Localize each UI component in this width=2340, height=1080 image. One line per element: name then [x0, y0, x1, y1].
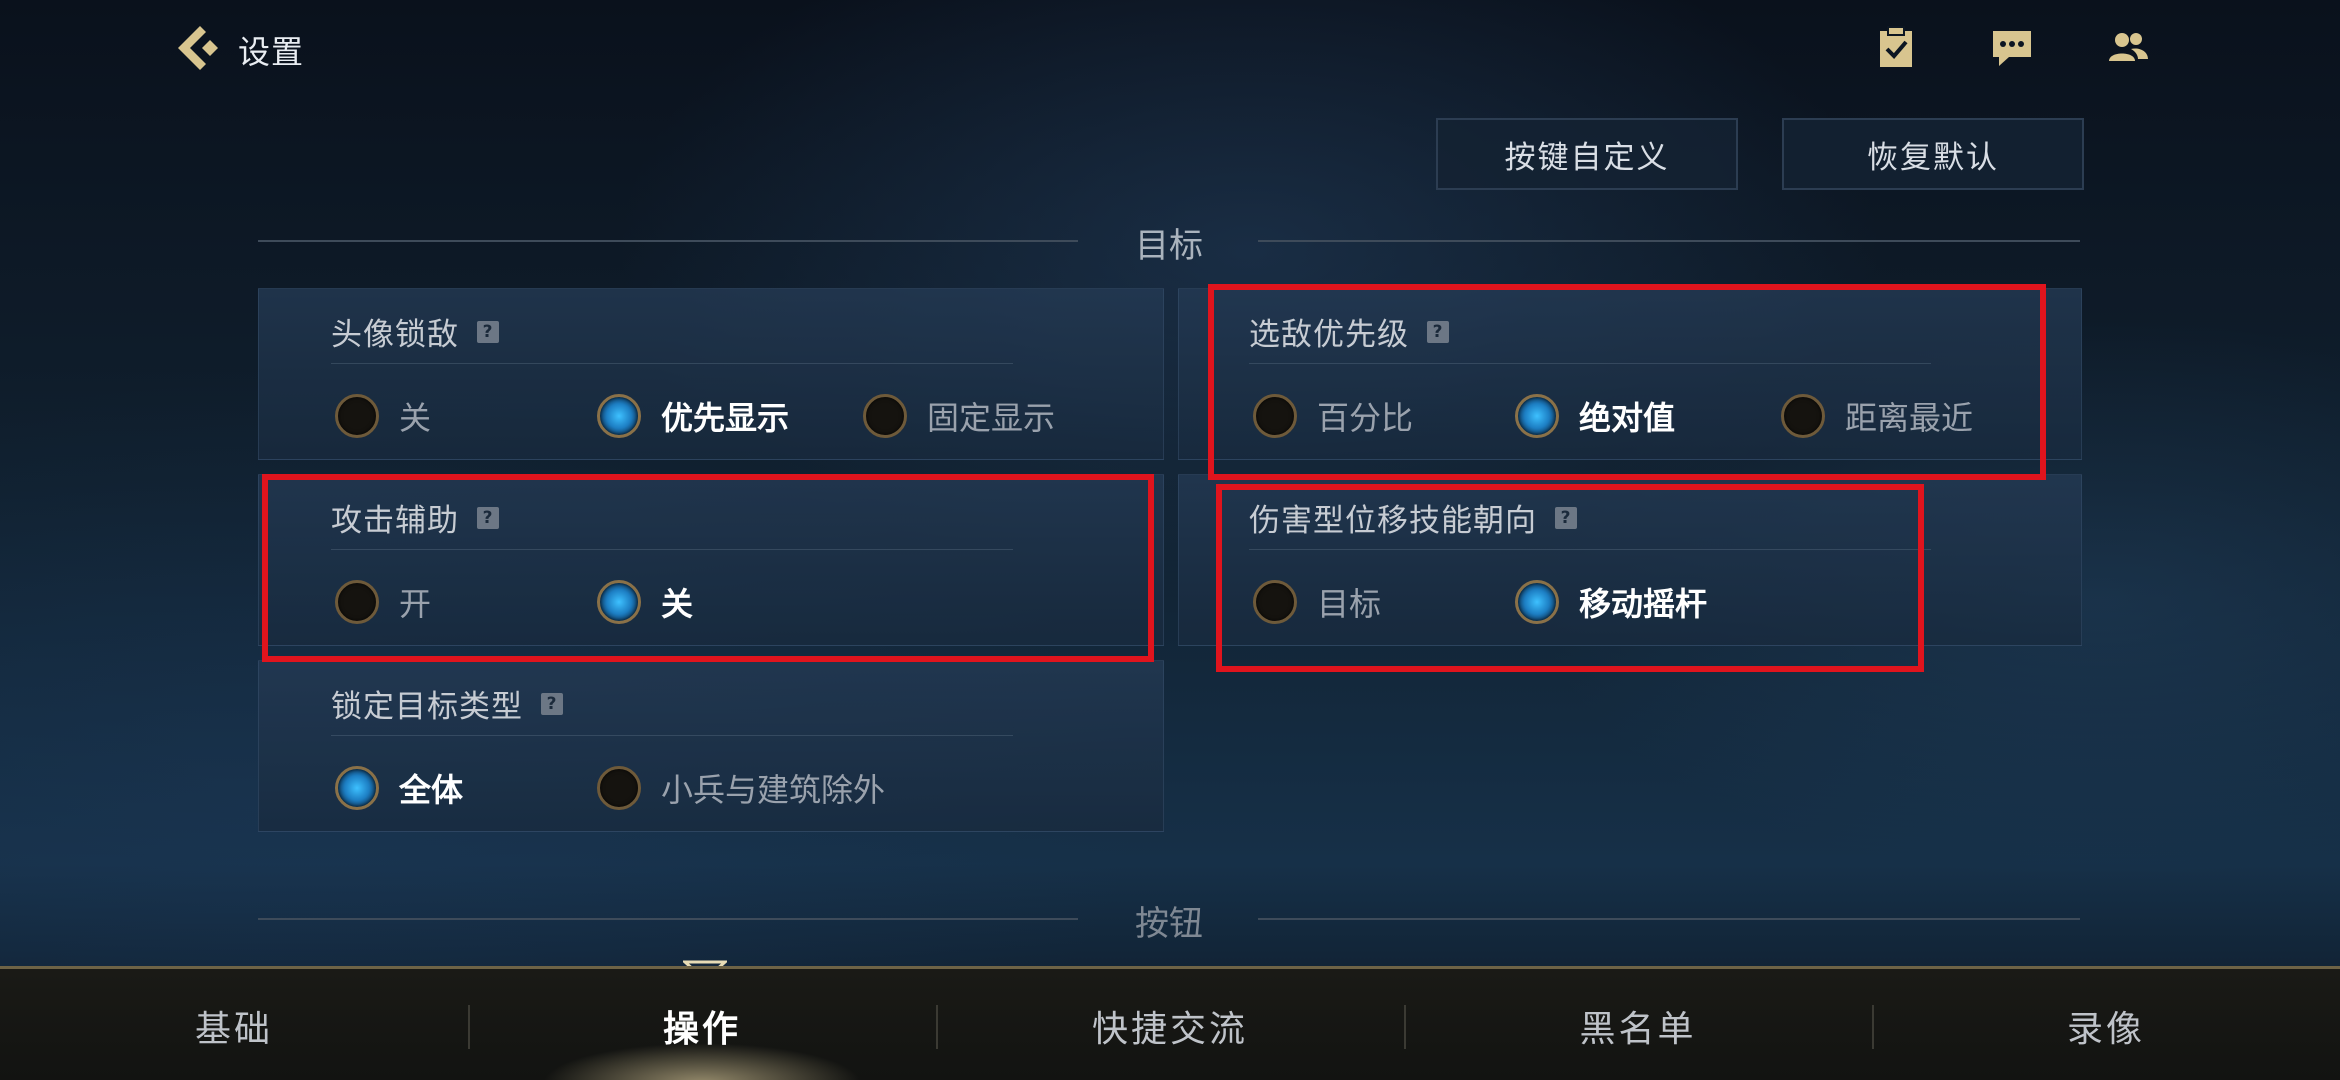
- friends-icon: [2105, 25, 2151, 75]
- panel-title-text: 锁定目标类型: [331, 689, 523, 725]
- radio-attack-assist-off[interactable]: 关: [597, 579, 693, 625]
- panel-lock-target-type: 锁定目标类型 ? 全体 小兵与建筑除外: [258, 660, 1164, 832]
- clipboard-check-icon: [1873, 25, 1919, 75]
- tab-label: 快捷交流: [1091, 1009, 1248, 1050]
- tab-label: 基础: [194, 1009, 273, 1050]
- section-header-buttons: 按钮: [258, 896, 2080, 944]
- option-label: 距离最近: [1845, 399, 1974, 437]
- top-bar: 设置: [0, 0, 2340, 110]
- radio-button[interactable]: [335, 394, 379, 438]
- panel-title-text: 伤害型位移技能朝向: [1249, 503, 1537, 539]
- option-label: 关: [399, 399, 432, 437]
- divider: [331, 549, 1013, 550]
- panel-enemy-priority: 选敌优先级 ? 百分比 绝对值 距离最近: [1178, 288, 2082, 460]
- panel-dash-direction: 伤害型位移技能朝向 ? 目标 移动摇杆: [1178, 474, 2082, 646]
- radio-priority-percent[interactable]: 百分比: [1253, 393, 1413, 439]
- radio-button[interactable]: [597, 766, 641, 810]
- option-label: 全体: [399, 771, 464, 809]
- divider: [331, 363, 1013, 364]
- tab-operation[interactable]: 操作: [468, 969, 936, 1080]
- bottom-tab-bar: 基础 操作 快捷交流 黑名单 录像: [0, 966, 2340, 1080]
- chat-bubble-icon: [1989, 25, 2035, 75]
- radio-dash-joystick[interactable]: 移动摇杆: [1515, 579, 1707, 625]
- task-button[interactable]: [1868, 22, 1924, 78]
- panel-title-avatar-lock: 头像锁敌 ?: [331, 309, 499, 354]
- panel-title-attack-assist: 攻击辅助 ?: [331, 495, 499, 540]
- tab-blacklist[interactable]: 黑名单: [1404, 969, 1872, 1080]
- option-label: 百分比: [1317, 399, 1414, 437]
- tab-label: 录像: [2066, 1009, 2145, 1050]
- panel-attack-assist: 攻击辅助 ? 开 关: [258, 474, 1164, 646]
- radio-attack-assist-on[interactable]: 开: [335, 579, 431, 625]
- divider: [331, 735, 1013, 736]
- radio-button-selected[interactable]: [335, 766, 379, 810]
- section-title-buttons: 按钮: [1135, 904, 1203, 944]
- radio-button[interactable]: [1253, 580, 1297, 624]
- radio-priority-nearest[interactable]: 距离最近: [1781, 393, 1973, 439]
- option-label: 绝对值: [1579, 399, 1676, 437]
- radio-lock-all[interactable]: 全体: [335, 765, 463, 811]
- custom-keys-button[interactable]: 按键自定义: [1436, 118, 1738, 190]
- tab-label: 黑名单: [1579, 1009, 1697, 1050]
- panel-title-text: 攻击辅助: [331, 503, 459, 539]
- panel-title-lock-target-type: 锁定目标类型 ?: [331, 681, 563, 726]
- tab-quick-chat[interactable]: 快捷交流: [936, 969, 1404, 1080]
- divider: [1249, 549, 1931, 550]
- option-label: 固定显示: [927, 399, 1056, 437]
- option-label: 关: [661, 585, 694, 623]
- radio-button[interactable]: [1253, 394, 1297, 438]
- option-label: 移动摇杆: [1579, 585, 1708, 623]
- divider: [1249, 363, 1931, 364]
- help-icon[interactable]: ?: [541, 692, 563, 715]
- back-button[interactable]: 设置: [170, 20, 304, 80]
- panel-title-enemy-priority: 选敌优先级 ?: [1249, 309, 1449, 354]
- radio-button-selected[interactable]: [597, 394, 641, 438]
- tab-label: 操作: [662, 1009, 741, 1050]
- radio-avatar-lock-fixed[interactable]: 固定显示: [863, 393, 1055, 439]
- panel-avatar-lock: 头像锁敌 ? 关 优先显示 固定显示: [258, 288, 1164, 460]
- panel-title-dash-direction: 伤害型位移技能朝向 ?: [1249, 495, 1577, 540]
- help-icon[interactable]: ?: [477, 320, 499, 343]
- option-label: 优先显示: [661, 399, 790, 437]
- radio-button-selected[interactable]: [1515, 394, 1559, 438]
- tab-replay[interactable]: 录像: [1872, 969, 2340, 1080]
- panel-title-text: 头像锁敌: [331, 317, 459, 353]
- help-icon[interactable]: ?: [1555, 506, 1577, 529]
- help-icon[interactable]: ?: [1427, 320, 1449, 343]
- chat-button[interactable]: [1984, 22, 2040, 78]
- page-title: 设置: [238, 33, 305, 71]
- panel-title-text: 选敌优先级: [1249, 317, 1409, 353]
- radio-priority-absolute[interactable]: 绝对值: [1515, 393, 1675, 439]
- radio-avatar-lock-off[interactable]: 关: [335, 393, 431, 439]
- back-arrow-icon: [170, 20, 226, 80]
- settings-screen: { "header": { "title": "设置" }, "actions"…: [0, 0, 2340, 1080]
- restore-default-button[interactable]: 恢复默认: [1782, 118, 2084, 190]
- radio-avatar-lock-priority[interactable]: 优先显示: [597, 393, 789, 439]
- radio-button-selected[interactable]: [597, 580, 641, 624]
- radio-lock-except-minions[interactable]: 小兵与建筑除外: [597, 765, 885, 811]
- option-label: 目标: [1317, 585, 1382, 623]
- help-icon[interactable]: ?: [477, 506, 499, 529]
- radio-button[interactable]: [863, 394, 907, 438]
- option-label: 小兵与建筑除外: [661, 771, 886, 809]
- radio-button-selected[interactable]: [1515, 580, 1559, 624]
- section-header-target: 目标: [258, 218, 2080, 266]
- friends-button[interactable]: [2100, 22, 2156, 78]
- radio-button[interactable]: [335, 580, 379, 624]
- tab-basic[interactable]: 基础: [0, 969, 468, 1080]
- radio-button[interactable]: [1781, 394, 1825, 438]
- option-label: 开: [399, 585, 432, 623]
- section-title-target: 目标: [1135, 226, 1203, 266]
- radio-dash-target[interactable]: 目标: [1253, 579, 1381, 625]
